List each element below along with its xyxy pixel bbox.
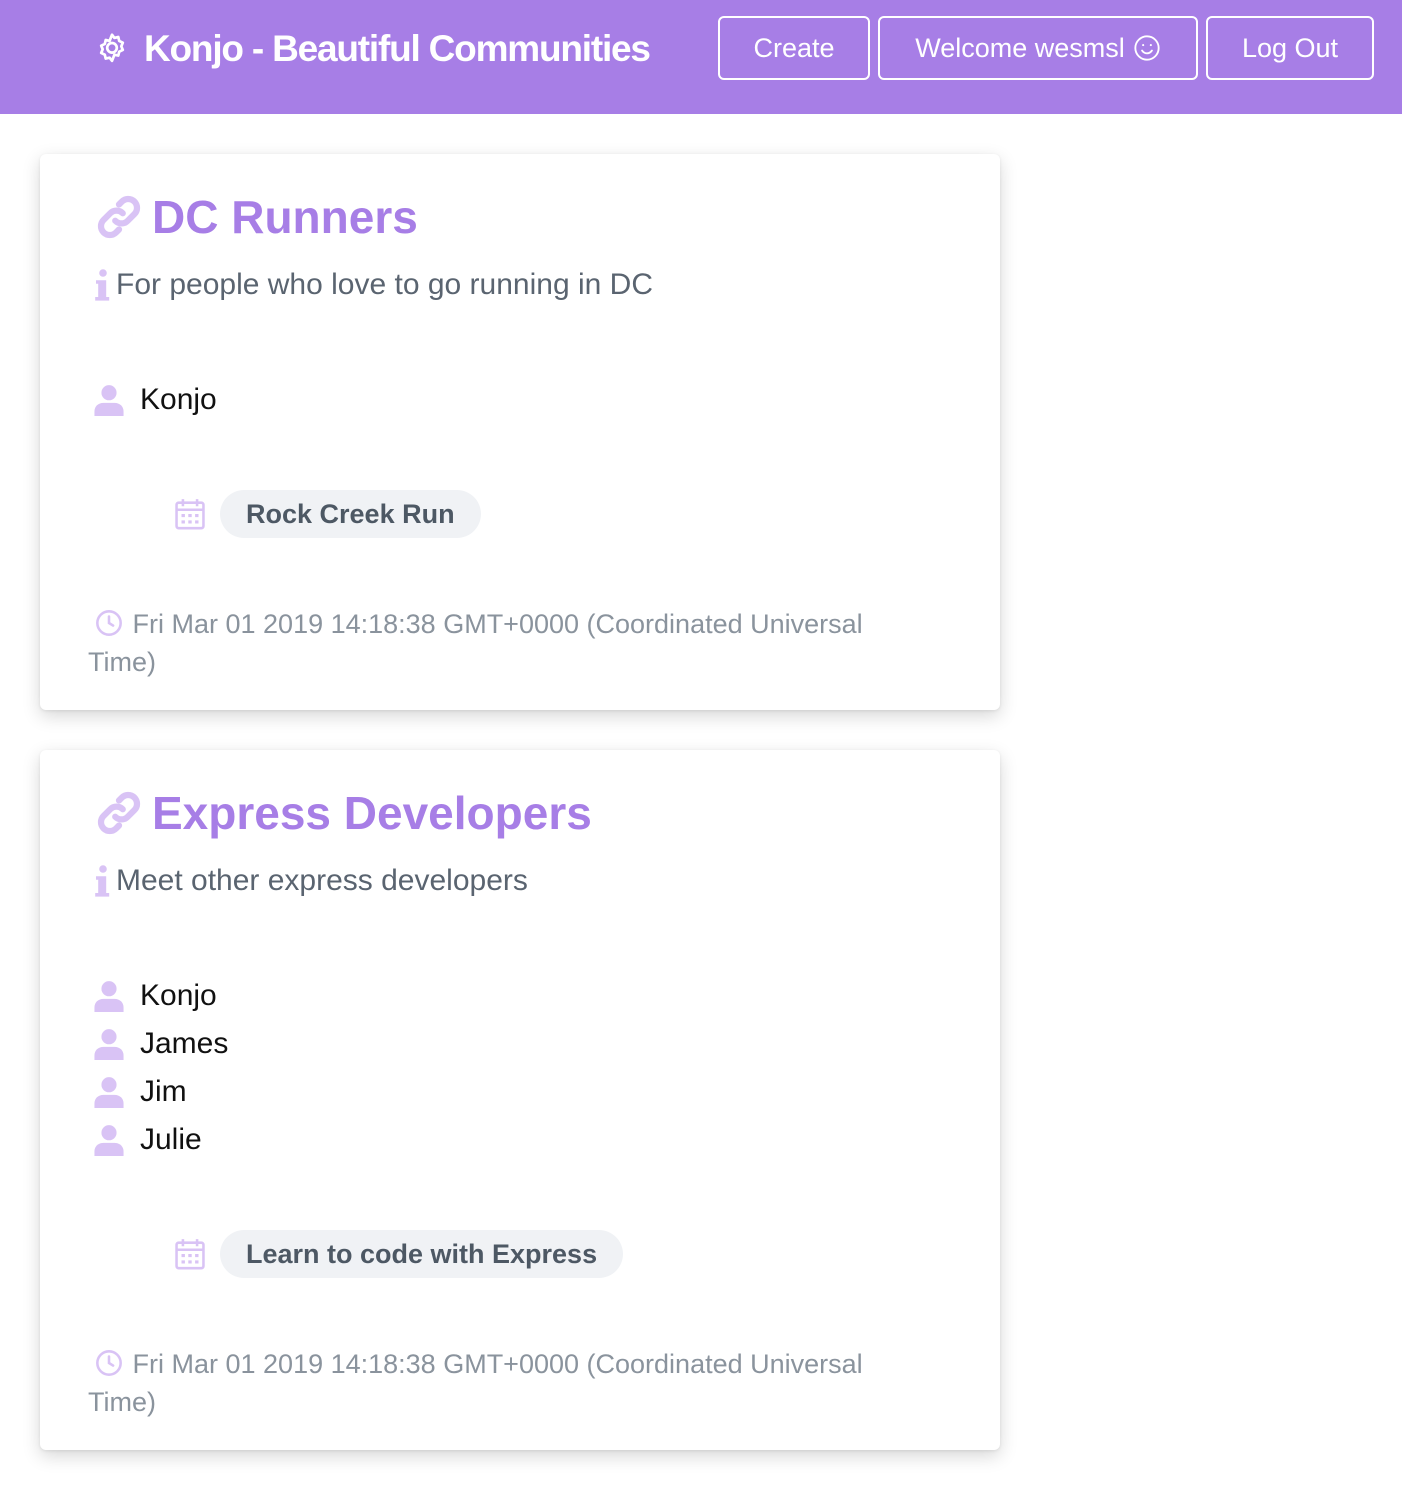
gear-icon (94, 31, 144, 67)
community-created-text: Fri Mar 01 2019 14:18:38 GMT+0000 (Coord… (88, 609, 863, 677)
member-name: Konjo (140, 979, 217, 1012)
brand-link[interactable]: Konjo - Beautiful Communities (94, 24, 651, 74)
event-link[interactable]: Rock Creek Run (220, 490, 481, 538)
calendar-icon (174, 1237, 220, 1271)
community-title-link[interactable]: Express Developers (94, 786, 592, 840)
member-name: Konjo (140, 383, 217, 416)
community-created: Fri Mar 01 2019 14:18:38 GMT+0000 (Coord… (88, 605, 908, 681)
calendar-icon (174, 497, 220, 531)
navbar: Konjo - Beautiful Communities Create Wel… (0, 0, 1402, 114)
community-card: Express Developers Meet other express de… (40, 750, 1000, 1450)
community-description-text: Meet other express developers (116, 864, 528, 897)
user-icon (94, 1124, 140, 1156)
brand-title: Konjo - Beautiful Communities (144, 28, 651, 69)
info-icon (94, 269, 116, 301)
member-item: Konjo (94, 972, 228, 1020)
community-title-link[interactable]: DC Runners (94, 190, 418, 244)
welcome-button[interactable]: Welcome wesmsl (878, 16, 1198, 80)
logout-button[interactable]: Log Out (1206, 16, 1374, 80)
community-card: DC Runners For people who love to go run… (40, 154, 1000, 710)
community-description-text: For people who love to go running in DC (116, 268, 653, 301)
clock-icon (88, 609, 133, 639)
event-row: Rock Creek Run (174, 490, 481, 538)
member-name: James (140, 1027, 229, 1060)
community-title: DC Runners (152, 191, 418, 243)
community-created: Fri Mar 01 2019 14:18:38 GMT+0000 (Coord… (88, 1345, 908, 1421)
event-row: Learn to code with Express (174, 1230, 624, 1278)
event-link[interactable]: Learn to code with Express (220, 1230, 624, 1278)
user-icon (94, 980, 140, 1012)
community-created-text: Fri Mar 01 2019 14:18:38 GMT+0000 (Coord… (88, 1349, 863, 1417)
community-description: For people who love to go running in DC (94, 268, 653, 302)
user-icon (94, 1028, 140, 1060)
community-title: Express Developers (152, 787, 592, 839)
create-button[interactable]: Create (718, 16, 870, 80)
welcome-button-label: Welcome wesmsl (915, 32, 1125, 63)
member-name: Julie (140, 1123, 202, 1156)
link-icon (94, 192, 152, 242)
member-item: Jim (94, 1068, 228, 1116)
member-list: Konjo James Jim Julie (94, 972, 228, 1164)
create-button-label: Create (753, 32, 835, 63)
user-icon (94, 384, 140, 416)
member-name: Jim (140, 1075, 187, 1108)
member-item: Julie (94, 1116, 228, 1164)
community-description: Meet other express developers (94, 864, 528, 898)
logout-button-label: Log Out (1241, 32, 1339, 63)
member-list: Konjo (94, 376, 217, 424)
member-item: James (94, 1020, 228, 1068)
member-item: Konjo (94, 376, 217, 424)
link-icon (94, 788, 152, 838)
smile-icon (1125, 34, 1161, 62)
user-icon (94, 1076, 140, 1108)
clock-icon (88, 1349, 133, 1379)
info-icon (94, 865, 116, 897)
